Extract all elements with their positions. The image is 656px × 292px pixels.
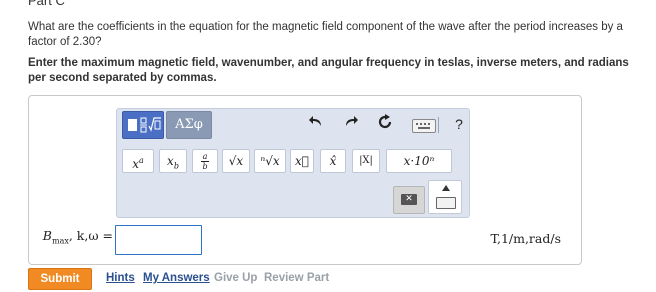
redo-icon[interactable] — [341, 114, 361, 134]
tab-symbols[interactable]: ΑΣφ — [166, 111, 212, 139]
question-text: What are the coefficients in the equatio… — [28, 21, 623, 48]
power-button[interactable]: xa — [122, 149, 154, 173]
template-square-icon — [128, 119, 137, 131]
review-part-link[interactable]: Review Part — [264, 272, 329, 284]
vector-button[interactable]: x⃗ — [290, 149, 314, 173]
tab-templates[interactable] — [122, 111, 164, 139]
delete-button[interactable]: ✕ — [393, 186, 425, 214]
answer-box: ΑΣφ ? xa xb a b √x ⁿ√x x⃗ x̂ |X| x·10ⁿ ✕… — [28, 95, 582, 265]
keyboard-icon — [436, 197, 456, 209]
backspace-icon: ✕ — [401, 194, 417, 205]
nth-root-button[interactable]: ⁿ√x — [254, 149, 286, 173]
scientific-notation-button[interactable]: x·10ⁿ — [386, 149, 452, 173]
instruction-text: Enter the maximum magnetic field, wavenu… — [28, 57, 629, 84]
answer-variable-label: Bmax, k,ω = — [42, 228, 113, 246]
template-sqrt-fraction-icon — [140, 117, 161, 133]
reset-icon[interactable] — [375, 114, 395, 134]
absolute-value-button[interactable]: |X| — [352, 149, 380, 173]
fraction-button[interactable]: a b — [192, 149, 218, 173]
unit-vector-button[interactable]: x̂ — [320, 149, 346, 173]
subscript-button[interactable]: xb — [159, 149, 187, 173]
submit-button[interactable]: Submit — [28, 268, 92, 290]
math-palette: ΑΣφ ? xa xb a b √x ⁿ√x x⃗ x̂ |X| x·10ⁿ ✕ — [116, 108, 470, 218]
answer-input[interactable] — [115, 225, 202, 255]
hints-link[interactable]: Hints — [106, 272, 135, 284]
sqrt-button[interactable]: √x — [222, 149, 250, 173]
undo-icon[interactable] — [306, 114, 326, 134]
part-title: Part C — [28, 0, 65, 8]
toolbar-divider — [438, 117, 439, 133]
give-up-link[interactable]: Give Up — [214, 272, 257, 284]
units-label: T,1/m,rad/s — [490, 231, 561, 246]
help-icon[interactable]: ? — [449, 114, 469, 134]
arrow-up-icon — [442, 185, 450, 191]
keyboard-toggle-button[interactable] — [428, 180, 462, 214]
my-answers-link[interactable]: My Answers — [143, 272, 210, 284]
keyboard-shortcuts-icon[interactable] — [412, 119, 436, 133]
